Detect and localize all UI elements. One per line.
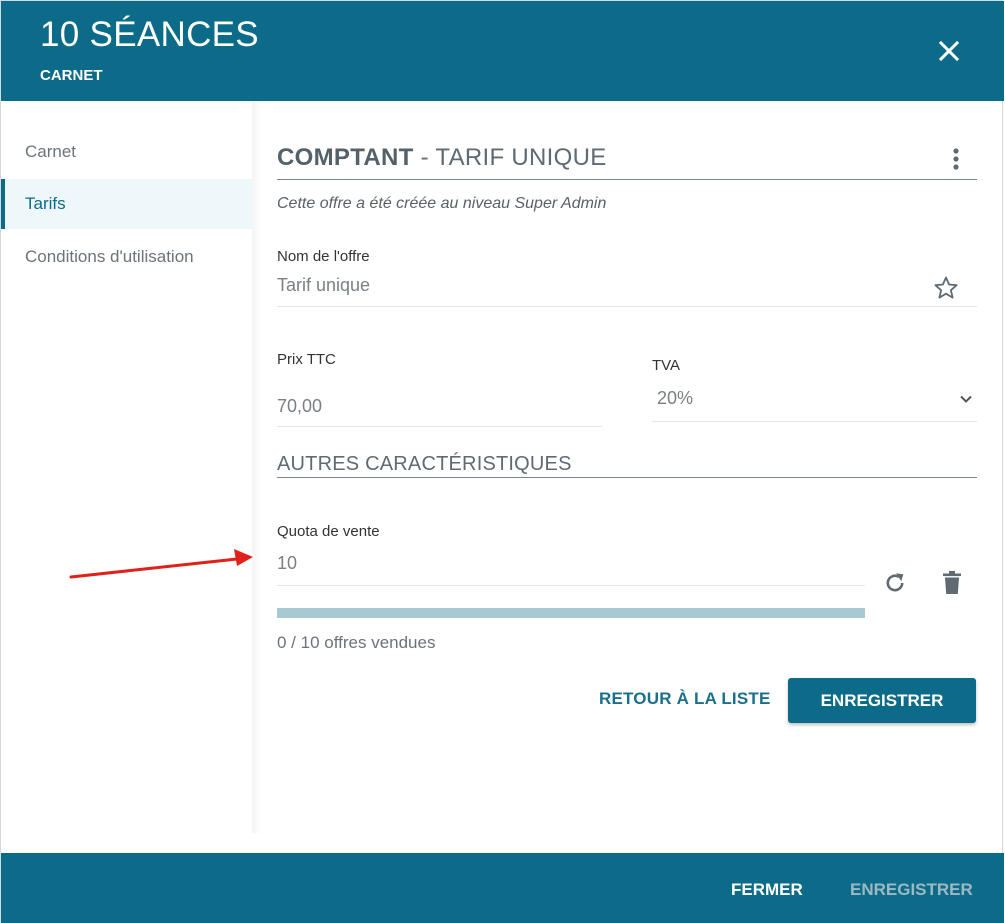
- quota-progress-bar: [277, 608, 865, 618]
- section-title-rest: - TARIF UNIQUE: [413, 144, 607, 171]
- quota-input[interactable]: 10: [277, 553, 297, 574]
- price-label: Prix TTC: [277, 351, 336, 368]
- sidebar-item-carnet[interactable]: Carnet: [1, 127, 252, 177]
- price-underline: [277, 426, 602, 427]
- offer-name-underline: [277, 306, 977, 307]
- section-title-bold: COMPTANT: [277, 144, 414, 171]
- sidebar-item-label: Tarifs: [25, 194, 66, 213]
- back-to-list-button[interactable]: RETOUR À LA LISTE: [599, 689, 771, 709]
- section-divider: [277, 179, 977, 180]
- save-button[interactable]: ENREGISTRER: [788, 678, 976, 723]
- close-icon[interactable]: [935, 37, 963, 65]
- footer-close-button[interactable]: FERMER: [731, 880, 803, 900]
- tva-label: TVA: [652, 357, 681, 374]
- quota-underline: [277, 585, 865, 586]
- annotation-arrow: [69, 549, 253, 579]
- quota-label: Quota de vente: [277, 523, 380, 540]
- main-panel: COMPTANT - TARIF UNIQUE Cette offre a ét…: [277, 101, 977, 853]
- sold-count: 0 / 10 offres vendues: [277, 633, 436, 652]
- sidebar-item-conditions[interactable]: Conditions d'utilisation: [1, 232, 252, 282]
- trash-icon[interactable]: [940, 570, 964, 596]
- tva-underline: [652, 421, 977, 422]
- tva-select[interactable]: 20%: [657, 388, 693, 409]
- sidebar-item-label: Carnet: [25, 142, 77, 161]
- dialog-title: 10 SÉANCES: [40, 15, 259, 54]
- sidebar-divider: [252, 101, 262, 833]
- chevron-down-icon[interactable]: [958, 391, 974, 407]
- dialog-footer: FERMER ENREGISTRER: [1, 853, 1004, 923]
- price-input[interactable]: 70,00: [277, 396, 322, 417]
- offer-dialog: 10 SÉANCES CARNET Carnet Tarifs Conditio…: [0, 0, 1004, 923]
- offer-name-input[interactable]: Tarif unique: [277, 275, 370, 296]
- sidebar-item-label: Conditions d'utilisation: [25, 247, 194, 266]
- section-title: COMPTANT - TARIF UNIQUE: [277, 144, 607, 172]
- footer-save-button[interactable]: ENREGISTRER: [850, 880, 973, 900]
- dialog-header: 10 SÉANCES CARNET: [1, 1, 1004, 101]
- offer-origin-info: Cette offre a été créée au niveau Super …: [277, 195, 607, 212]
- other-features-divider: [277, 477, 977, 478]
- star-icon[interactable]: [933, 275, 959, 301]
- more-options-icon[interactable]: [948, 147, 964, 171]
- sidebar: Carnet Tarifs Conditions d'utilisation: [1, 101, 252, 853]
- other-features-title: AUTRES CARACTÉRISTIQUES: [277, 453, 572, 475]
- refresh-icon[interactable]: [882, 570, 908, 596]
- sidebar-item-tarifs[interactable]: Tarifs: [1, 179, 252, 229]
- dialog-subtitle: CARNET: [40, 67, 103, 84]
- offer-name-label: Nom de l'offre: [277, 248, 370, 265]
